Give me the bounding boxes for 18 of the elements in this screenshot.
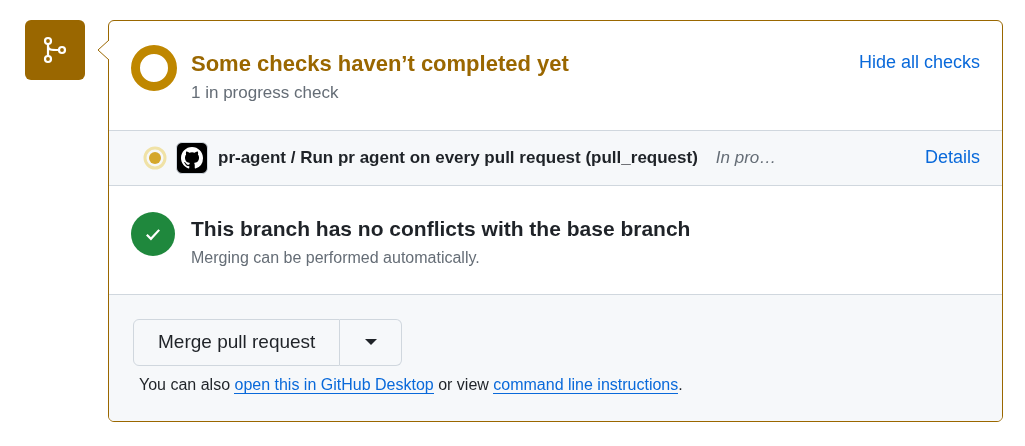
hide-checks-link[interactable]: Hide all checks <box>858 49 980 76</box>
caret-icon <box>364 339 377 345</box>
details-link[interactable]: Details <box>924 144 980 171</box>
conflicts-subtitle: Merging can be performed automatically. <box>191 247 481 268</box>
check-name: pr-agent / Run pr agent on every pull request (pull_request) <box>218 146 698 169</box>
note-link[interactable]: open this in GitHub Desktop <box>234 375 434 394</box>
status-title: Some checks haven’t completed yet <box>191 50 570 78</box>
merge-options-button[interactable] <box>340 318 403 366</box>
github-logo-icon <box>176 141 208 174</box>
conflicts-title: This branch has no conflicts with the base branch <box>191 215 691 242</box>
status-subtitle: 1 in progress check <box>191 82 340 104</box>
merge-note: You can also open this in GitHub Desktop or view command line instructions. <box>139 374 684 396</box>
in-progress-icon <box>143 145 167 170</box>
check-state: In pro… <box>715 146 777 169</box>
pending-status-icon <box>131 45 177 91</box>
branch-icon <box>25 20 85 80</box>
merge-button[interactable]: Merge pull request <box>133 318 341 366</box>
note-link[interactable]: command line instructions <box>493 375 679 394</box>
